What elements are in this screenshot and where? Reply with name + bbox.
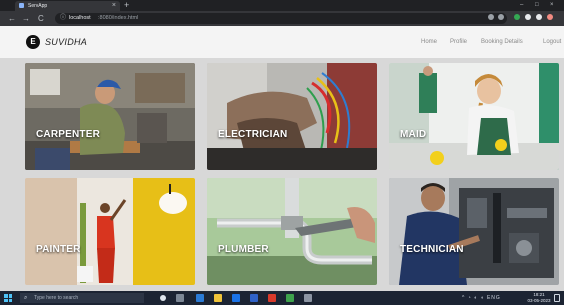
taskbar-clock[interactable]: 18:21 03-05-2023	[526, 292, 552, 304]
nav-home[interactable]: Home	[421, 35, 437, 49]
technician-photo	[389, 178, 559, 285]
minimize-icon[interactable]: –	[520, 1, 523, 10]
nav-logout[interactable]: Logout	[543, 35, 561, 49]
site-info-icon[interactable]: ⓘ	[60, 13, 66, 24]
windows-start-icon[interactable]	[4, 294, 12, 302]
extension-icon[interactable]	[514, 14, 520, 20]
edge-icon[interactable]	[196, 294, 204, 302]
tab-title: ServApp	[28, 3, 48, 9]
nav-booking-details[interactable]: Booking Details	[481, 35, 523, 49]
bookmark-star-icon[interactable]	[498, 14, 504, 20]
clock-date: 03-05-2023	[527, 298, 551, 303]
nav-profile[interactable]: Profile	[450, 35, 467, 49]
new-tab-icon[interactable]: +	[124, 0, 129, 11]
close-tab-icon[interactable]: ×	[112, 1, 116, 10]
plumber-photo	[207, 178, 377, 285]
profile-avatar[interactable]	[547, 14, 553, 20]
cortana-icon[interactable]	[160, 295, 166, 301]
search-icon: ⌕	[24, 295, 28, 301]
url-path: :8080/index.html	[98, 15, 139, 21]
favicon-icon	[19, 3, 24, 8]
painter-photo	[25, 178, 195, 285]
app-icon-red[interactable]	[268, 294, 276, 302]
service-label: PAINTER	[36, 244, 81, 255]
service-label: ELECTRICIAN	[218, 129, 288, 140]
brand-name[interactable]: SUVIDHA	[45, 35, 87, 49]
service-label: TECHNICIAN	[400, 244, 464, 255]
service-label: PLUMBER	[218, 244, 269, 255]
forward-icon[interactable]: →	[22, 13, 30, 24]
electrician-photo	[207, 63, 377, 170]
service-card-electrician[interactable]: ELECTRICIAN	[207, 63, 377, 170]
notification-icon[interactable]	[554, 294, 560, 302]
os-taskbar: ⌕ Type here to search ^ ◔ ◐ ◖ ENG 18:21 …	[0, 291, 564, 305]
service-label: MAID	[400, 129, 427, 140]
browser-toolbar: ← → C ⓘ localhost :8080/index.html	[0, 11, 564, 26]
browser-tab-bar: ServApp × + – □ ×	[0, 0, 564, 11]
close-window-icon[interactable]: ×	[550, 1, 554, 10]
address-bar[interactable]: ⓘ localhost :8080/index.html	[55, 13, 507, 24]
logo-icon[interactable]: E	[26, 35, 40, 49]
maid-photo	[389, 63, 559, 170]
system-tray-icons[interactable]: ^ ◔ ◐ ◖ ENG	[462, 293, 501, 303]
taskbar-search-input[interactable]: ⌕ Type here to search	[20, 293, 144, 303]
extensions-puzzle-icon[interactable]	[525, 14, 531, 20]
service-card-plumber[interactable]: PLUMBER	[207, 178, 377, 285]
maximize-icon[interactable]: □	[535, 1, 539, 10]
chrome-icon[interactable]	[286, 294, 294, 302]
url-host: localhost	[69, 15, 91, 21]
file-explorer-icon[interactable]	[214, 294, 222, 302]
sidebar-icon[interactable]	[536, 14, 542, 20]
service-card-technician[interactable]: TECHNICIAN	[389, 178, 559, 285]
carpenter-photo	[25, 63, 195, 170]
site-header: E SUVIDHA Home Profile Booking Details L…	[0, 26, 564, 58]
task-view-icon[interactable]	[176, 294, 184, 302]
search-placeholder: Type here to search	[34, 295, 79, 301]
service-card-painter[interactable]: PAINTER	[25, 178, 195, 285]
browser-tab[interactable]: ServApp ×	[15, 1, 120, 11]
service-label: CARPENTER	[36, 129, 101, 140]
share-icon[interactable]	[488, 14, 494, 20]
app-icon-grey[interactable]	[304, 294, 312, 302]
services-grid: CARPENTER ELECTRICIAN MAID PAINTER PLUMB…	[0, 58, 564, 291]
reload-icon[interactable]: C	[38, 13, 44, 24]
back-icon[interactable]: ←	[8, 13, 16, 24]
service-card-maid[interactable]: MAID	[389, 63, 559, 170]
store-icon[interactable]	[232, 294, 240, 302]
vscode-icon[interactable]	[250, 294, 258, 302]
service-card-carpenter[interactable]: CARPENTER	[25, 63, 195, 170]
